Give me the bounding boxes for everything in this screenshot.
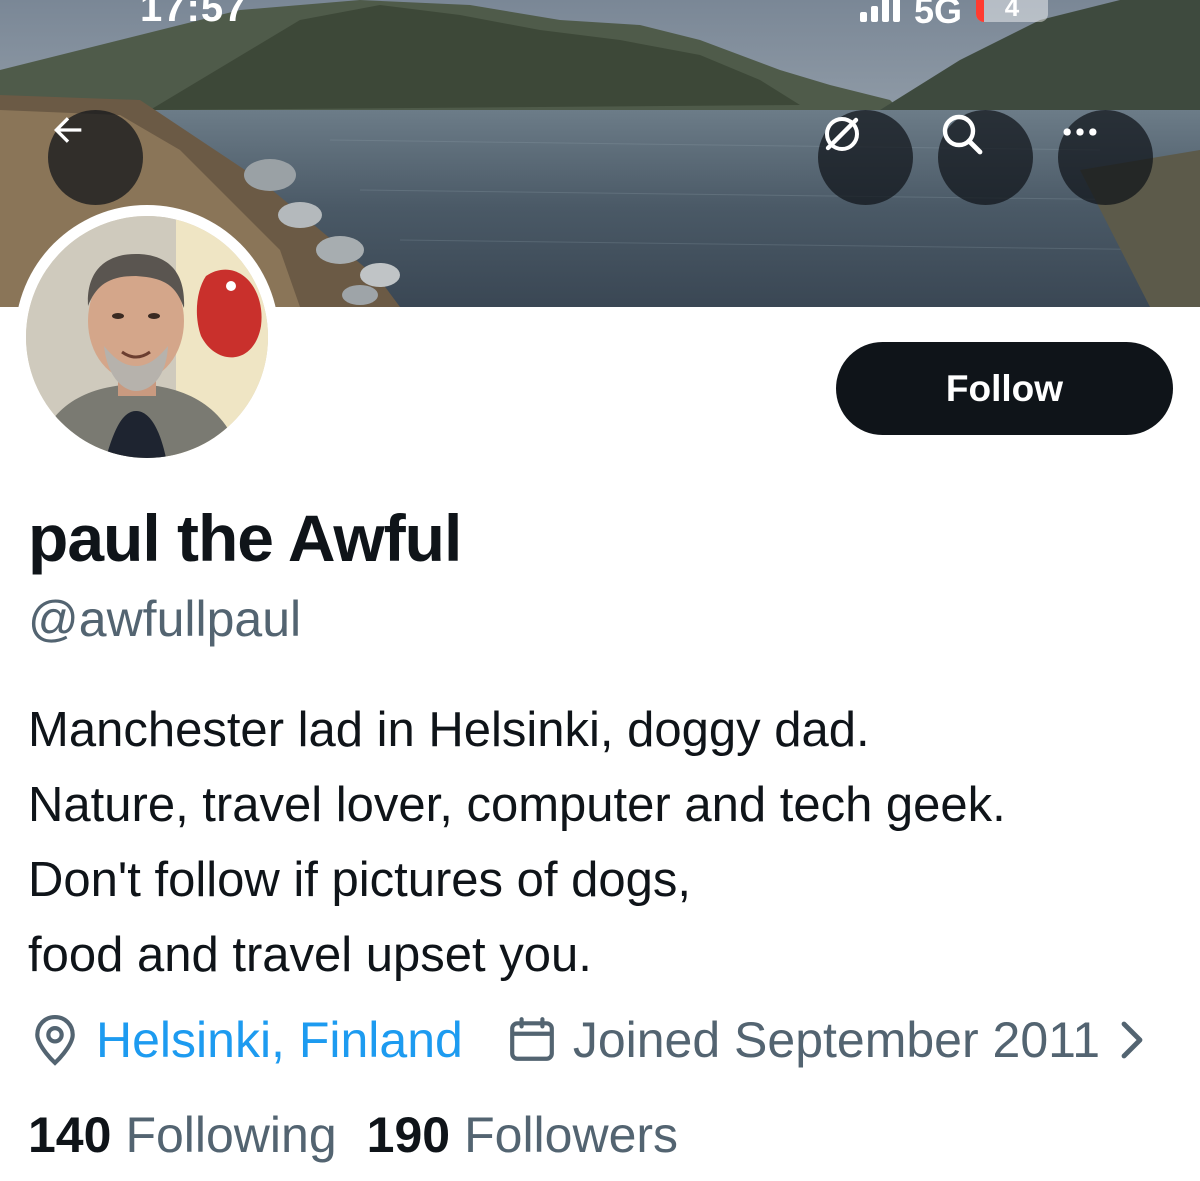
following-count: 140 — [28, 1107, 112, 1163]
more-horizontal-icon — [1063, 128, 1097, 136]
followers-label: Followers — [464, 1107, 679, 1163]
calendar-icon — [509, 1017, 554, 1061]
display-name: paul the Awful — [28, 501, 462, 575]
bio-line: Don't follow if pictures of dogs, — [28, 853, 692, 907]
follow-stats: 140 Following 190 Followers — [28, 1106, 678, 1164]
avatar-photo — [26, 216, 268, 458]
signal-strength-icon — [860, 0, 900, 22]
followers-link[interactable]: 190 Followers — [367, 1106, 678, 1164]
search-button[interactable] — [938, 110, 1033, 205]
profile-meta: Helsinki, Finland Joined September 2011 — [30, 1008, 1146, 1072]
avatar[interactable] — [15, 205, 279, 469]
bio-line: Nature, travel lover, computer and tech … — [28, 778, 1006, 832]
following-link[interactable]: 140 Following — [28, 1106, 337, 1164]
network-type: 5G — [914, 0, 963, 31]
battery-level-fill — [976, 0, 985, 22]
location-link[interactable]: Helsinki, Finland — [96, 1011, 463, 1069]
profile-page: 17:57 5G 4 Follow paul the Awful @awfull… — [0, 0, 1200, 1181]
profile-photo-image — [26, 216, 268, 458]
battery-percent: 4 — [1004, 0, 1020, 22]
search-icon — [942, 114, 983, 155]
status-time: 17:57 — [140, 0, 248, 30]
follow-button[interactable]: Follow — [836, 342, 1173, 435]
battery-icon: 4 — [976, 0, 1049, 22]
location-pin-icon — [35, 1014, 75, 1066]
joined-date[interactable]: Joined September 2011 — [573, 1011, 1100, 1069]
more-options-button[interactable] — [1058, 110, 1153, 205]
chevron-right-icon[interactable] — [1118, 1018, 1146, 1062]
bio-line: food and travel upset you. — [28, 928, 592, 982]
user-handle: @awfullpaul — [28, 591, 302, 647]
back-button[interactable] — [48, 110, 143, 205]
profile-bio: Manchester lad in Helsinki, doggy dad. N… — [28, 693, 1188, 993]
grok-icon — [825, 117, 859, 151]
followers-count: 190 — [366, 1107, 451, 1163]
grok-button[interactable] — [818, 110, 913, 205]
bio-line: Manchester lad in Helsinki, doggy dad. — [28, 703, 870, 757]
arrow-left-icon — [54, 117, 82, 143]
following-label: Following — [125, 1107, 337, 1163]
status-indicators: 5G 4 — [860, 0, 1049, 32]
